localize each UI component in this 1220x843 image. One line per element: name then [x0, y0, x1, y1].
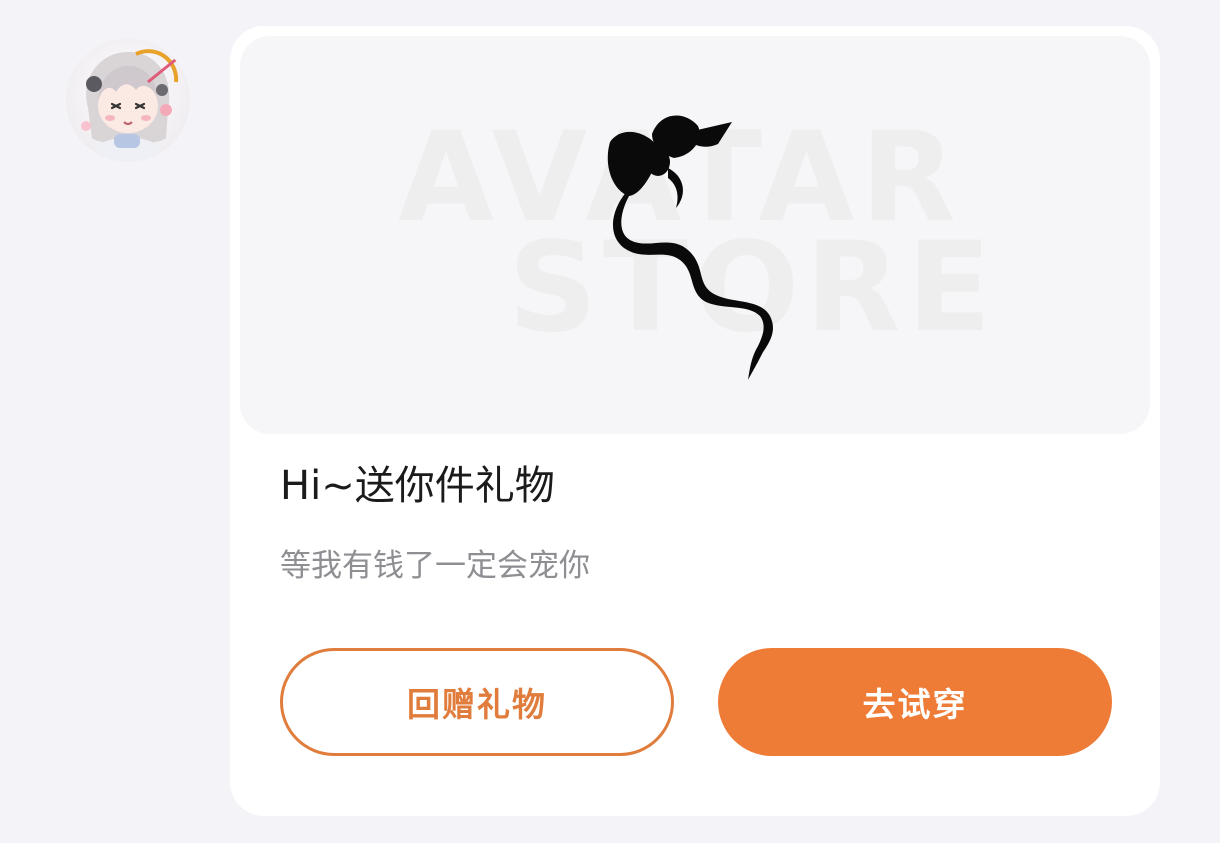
gift-message: 等我有钱了一定会宠你: [280, 548, 590, 584]
gift-card: AVATAR STORE Hi~送你件礼物 等我有钱了一定会宠你 回赠礼物 去试…: [230, 26, 1160, 816]
hair-ribbon-icon: [607, 115, 773, 380]
try-on-button[interactable]: 去试穿: [718, 648, 1112, 756]
anime-girl-avatar-icon: [81, 46, 190, 162]
return-gift-button[interactable]: 回赠礼物: [280, 648, 674, 756]
gift-title: Hi~送你件礼物: [280, 463, 555, 509]
sender-avatar[interactable]: [66, 38, 190, 162]
gift-banner: AVATAR STORE: [240, 36, 1150, 434]
